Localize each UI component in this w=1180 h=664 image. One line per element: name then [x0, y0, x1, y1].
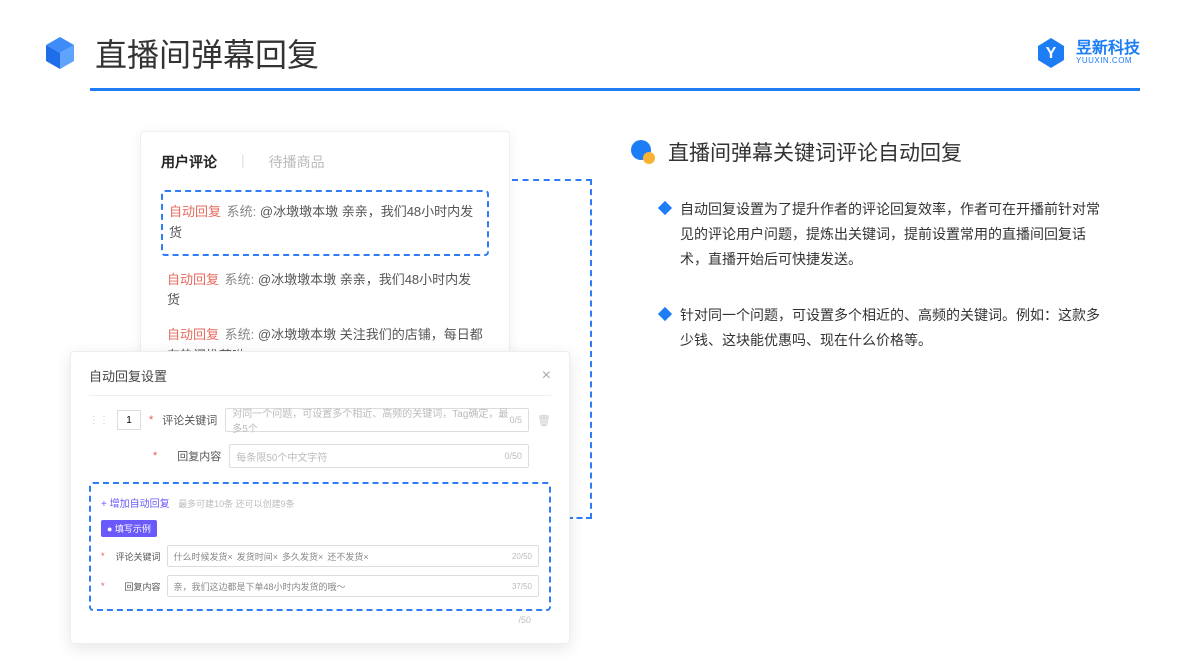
- tabs: 用户评论 | 待播商品: [161, 152, 489, 184]
- auto-reply-badge: 自动回复: [169, 204, 221, 219]
- tab-comments[interactable]: 用户评论: [161, 152, 217, 172]
- system-label: 系统:: [227, 204, 257, 219]
- reply-row: * 回复内容 每条限50个中文字符 0/50: [89, 444, 551, 468]
- tag: 发货时间×: [237, 550, 278, 563]
- diamond-icon: [658, 201, 672, 215]
- tag: 还不发货×: [327, 550, 368, 563]
- required-icon: *: [101, 581, 105, 591]
- keyword-row: ⋮⋮ 1 * 评论关键词 对同一个问题，可设置多个相近、高频的关键词，Tag确定…: [89, 408, 551, 432]
- tab-separator: |: [241, 152, 245, 172]
- section-title: 直播间弹幕关键词评论自动回复: [630, 137, 1140, 167]
- page-header: 直播间弹幕回复 Y 昱新科技 YUUXIN.COM: [0, 0, 1180, 76]
- counter: 0/5: [509, 415, 522, 425]
- cube-icon: [40, 33, 80, 73]
- highlighted-comment: 自动回复 系统: @冰墩墩本墩 亲亲，我们48小时内发货: [161, 190, 489, 256]
- connector-line: [590, 179, 592, 519]
- add-hint: 最多可建10条 还可以创建9条: [178, 499, 295, 509]
- logo-icon: Y: [1034, 36, 1068, 70]
- example-reply-row: * 回复内容 亲，我们这边都是下单48小时内发货的哦～ 37/50: [101, 575, 539, 597]
- right-column: 直播间弹幕关键词评论自动回复 自动回复设置为了提升作者的评论回复效率，作者可在开…: [600, 131, 1140, 383]
- section-heading: 直播间弹幕关键词评论自动回复: [668, 137, 962, 167]
- example-keyword-row: * 评论关键词 什么时候发货× 发货时间× 多久发货× 还不发货× 20/50: [101, 545, 539, 567]
- keyword-input[interactable]: 对同一个问题，可设置多个相近、高频的关键词，Tag确定，最多5个 0/5: [225, 408, 529, 432]
- auto-reply-badge: 自动回复: [167, 272, 219, 287]
- example-reply-input[interactable]: 亲，我们这边都是下单48小时内发货的哦～ 37/50: [167, 575, 539, 597]
- left-column: 用户评论 | 待播商品 自动回复 系统: @冰墩墩本墩 亲亲，我们48小时内发货…: [70, 131, 570, 383]
- system-label: 系统:: [225, 272, 255, 287]
- placeholder: 每条限50个中文字符: [236, 449, 327, 464]
- bullet-item: 自动回复设置为了提升作者的评论回复效率，作者可在开播前针对常见的评论用户问题，提…: [660, 197, 1140, 273]
- chat-bubble-icon: [630, 139, 656, 165]
- field-label: 评论关键词: [161, 412, 217, 428]
- close-icon[interactable]: ×: [542, 367, 551, 385]
- connector-line: [512, 179, 592, 181]
- add-reply-link[interactable]: + 增加自动回复: [101, 499, 170, 510]
- auto-reply-badge: 自动回复: [167, 327, 219, 342]
- example-box: + 增加自动回复 最多可建10条 还可以创建9条 ● 填写示例 * 评论关键词 …: [89, 482, 551, 611]
- placeholder: 对同一个问题，可设置多个相近、高频的关键词，Tag确定，最多5个: [232, 405, 509, 435]
- tag: 什么时候发货×: [174, 550, 233, 563]
- required-icon: *: [101, 551, 105, 561]
- example-badge: ● 填写示例: [101, 520, 157, 537]
- diamond-icon: [658, 306, 672, 320]
- required-icon: *: [153, 450, 157, 462]
- comment-item: 自动回复 系统: @冰墩墩本墩 亲亲，我们48小时内发货: [161, 270, 489, 312]
- title-group: 直播间弹幕回复: [40, 30, 319, 76]
- settings-title: 自动回复设置: [89, 366, 167, 385]
- index-box: 1: [117, 410, 141, 430]
- example-keyword-input[interactable]: 什么时候发货× 发货时间× 多久发货× 还不发货× 20/50: [167, 545, 539, 567]
- counter: 37/50: [512, 582, 532, 591]
- brand-logo: Y 昱新科技 YUUXIN.COM: [1034, 36, 1140, 70]
- drag-icon[interactable]: ⋮⋮: [89, 415, 109, 426]
- example-value: 亲，我们这边都是下单48小时内发货的哦～: [174, 580, 346, 593]
- page-title: 直播间弹幕回复: [95, 30, 319, 76]
- counter: 20/50: [512, 552, 532, 561]
- field-label: 回复内容: [165, 448, 221, 464]
- field-label: 评论关键词: [111, 550, 161, 563]
- bullet-item: 针对同一个问题，可设置多个相近的、高频的关键词。例如：这款多少钱、这块能优惠吗、…: [660, 303, 1140, 353]
- logo-en: YUUXIN.COM: [1076, 57, 1140, 65]
- tab-products[interactable]: 待播商品: [269, 152, 325, 172]
- svg-text:Y: Y: [1046, 45, 1057, 62]
- field-label: 回复内容: [111, 580, 161, 593]
- required-icon: *: [149, 414, 153, 426]
- system-label: 系统:: [225, 327, 255, 342]
- counter: 0/50: [504, 451, 522, 461]
- outer-counter: /50: [89, 615, 551, 625]
- logo-cn: 昱新科技: [1076, 41, 1140, 57]
- bullet-text: 针对同一个问题，可设置多个相近的、高频的关键词。例如：这款多少钱、这块能优惠吗、…: [680, 303, 1100, 353]
- settings-header: 自动回复设置 ×: [89, 366, 551, 396]
- logo-text: 昱新科技 YUUXIN.COM: [1076, 41, 1140, 65]
- content: 用户评论 | 待播商品 自动回复 系统: @冰墩墩本墩 亲亲，我们48小时内发货…: [0, 91, 1180, 383]
- settings-card: 自动回复设置 × ⋮⋮ 1 * 评论关键词 对同一个问题，可设置多个相近、高频的…: [70, 351, 570, 644]
- bullet-text: 自动回复设置为了提升作者的评论回复效率，作者可在开播前针对常见的评论用户问题，提…: [680, 197, 1100, 273]
- tag: 多久发货×: [282, 550, 323, 563]
- trash-icon[interactable]: 🗑: [537, 414, 551, 427]
- reply-input[interactable]: 每条限50个中文字符 0/50: [229, 444, 529, 468]
